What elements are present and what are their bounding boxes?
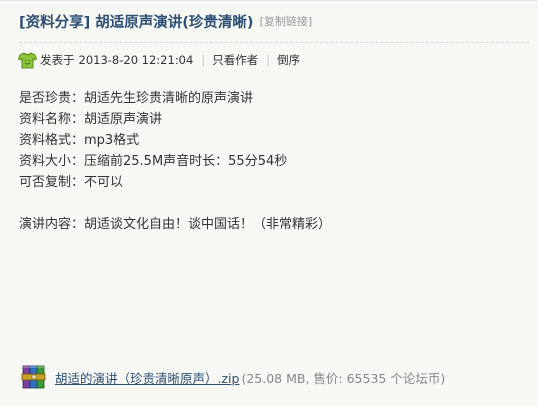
post-line-copyable: 可否复制：不可以 (19, 175, 124, 190)
posted-prefix: 发表于 (40, 53, 75, 67)
post-meta: 发表于 2013-8-20 12:21:04 | 只看作者 | 倒序 (17, 51, 300, 69)
attachment-download-link[interactable]: 胡适的演讲（珍贵清晰原声）.zip (55, 368, 239, 387)
title-divider (19, 42, 529, 43)
post-line-speech-content: 演讲内容：胡适谈文化自由！谈中国话！（非常精彩） (19, 217, 332, 232)
winrar-archive-icon (19, 364, 49, 390)
post-line-name: 资料名称：胡适原声演讲 (19, 112, 163, 127)
copy-link-button[interactable]: [复制链接] (260, 13, 313, 29)
only-author-link[interactable]: 只看作者 (212, 52, 258, 68)
post-line-precious: 是否珍贵：胡适先生珍贵清晰的原声演讲 (19, 91, 254, 106)
meta-separator: | (266, 53, 271, 67)
thread-title-row: [资料分享] 胡适原声演讲(珍贵清晰) [复制链接] (19, 10, 312, 32)
posted-time: 2013-8-20 12:21:04 (78, 53, 194, 67)
top-border (0, 0, 538, 1)
attachment-info: (25.08 MB, 售价: 65535 个论坛币) (241, 370, 446, 386)
attachment-row: 胡适的演讲（珍贵清晰原声）.zip (25.08 MB, 售价: 65535 个… (19, 364, 445, 390)
thread-title: [资料分享] 胡适原声演讲(珍贵清晰) (19, 14, 254, 31)
online-shirt-icon (17, 51, 38, 69)
post-line-format: 资料格式：mp3格式 (19, 133, 140, 148)
post-line-size: 资料大小：压缩前25.5M声音时长：55分54秒 (19, 154, 288, 169)
reverse-order-link[interactable]: 倒序 (277, 52, 300, 68)
meta-separator: | (201, 53, 206, 67)
post-content: 是否珍贵：胡适先生珍贵清晰的原声演讲 资料名称：胡适原声演讲 资料格式：mp3格… (19, 88, 331, 235)
